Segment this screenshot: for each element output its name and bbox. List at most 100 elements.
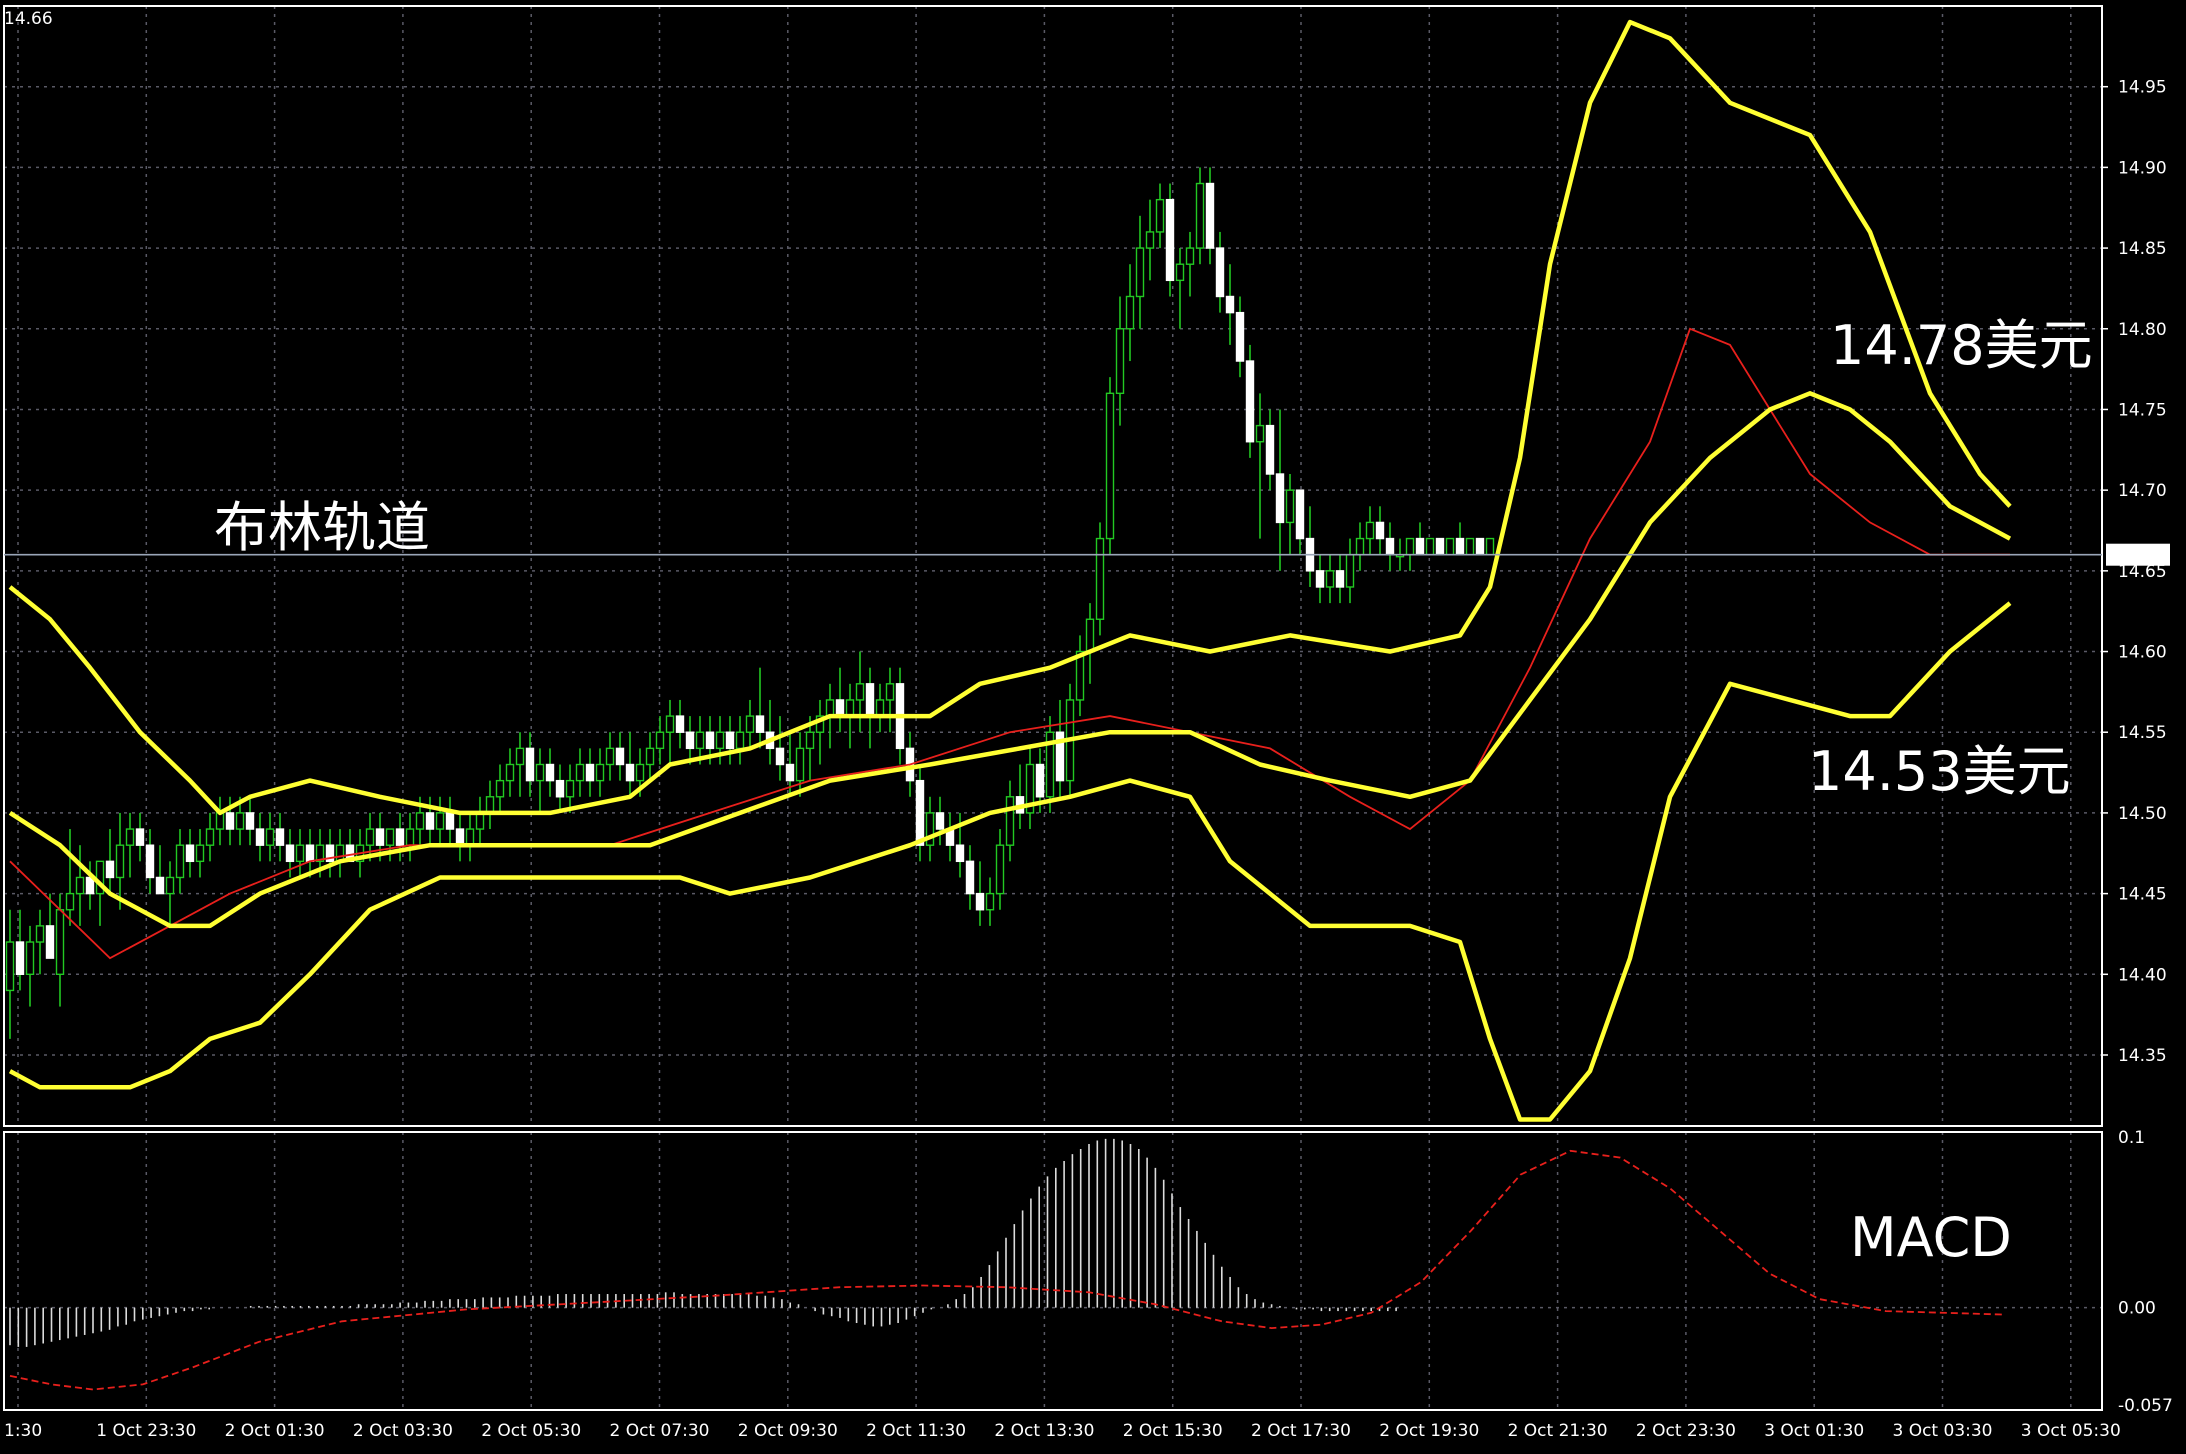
candle-body-bear: [375, 828, 385, 846]
price-tick-label: 14.55: [2118, 723, 2167, 743]
candle-body-bear: [1165, 198, 1175, 282]
candle: [1445, 537, 1455, 556]
candle-body-bull: [1325, 570, 1335, 588]
candle-body-bull: [1465, 537, 1475, 556]
candle-body-bull: [535, 763, 545, 782]
candle: [1105, 377, 1115, 555]
time-tick-label: 2 Oct 13:30: [994, 1421, 1094, 1441]
candle-body-bear: [705, 731, 715, 750]
candle-body-bear: [835, 699, 845, 717]
candle-body-bull: [515, 747, 525, 766]
price-tick-label: 14.60: [2118, 643, 2167, 663]
candle-body-bull: [175, 844, 185, 879]
candle-body-bull: [745, 715, 755, 733]
candle: [1465, 537, 1475, 556]
candle-body-bull: [35, 925, 45, 943]
candle-body-bull: [55, 909, 65, 975]
candle-body-bear: [1205, 182, 1215, 249]
time-tick-label: 3 Oct 05:30: [2021, 1421, 2121, 1441]
candle-body-bull: [435, 812, 445, 830]
candle-body-bull: [385, 828, 395, 846]
candle-body-bull: [1095, 537, 1105, 620]
time-tick-label: 2 Oct 21:30: [1508, 1421, 1608, 1441]
candle-body-bear: [935, 812, 945, 830]
candle-body-bull: [65, 892, 75, 911]
candle-body-bear: [555, 779, 565, 798]
time-axis: 1:30 1 Oct 23:30 2 Oct 01:30 2 Oct 03:30 2 O…: [4, 1421, 2121, 1441]
candle-body-bear: [975, 892, 985, 911]
candle-body-bear: [1245, 360, 1255, 443]
candle-body-bull: [1405, 537, 1415, 556]
candle-body-bull: [75, 876, 85, 895]
candle-body-bull: [1005, 796, 1015, 846]
candle-body-bull: [655, 731, 665, 750]
time-tick-label: 2 Oct 01:30: [225, 1421, 325, 1441]
time-tick-label: 2 Oct 11:30: [866, 1421, 966, 1441]
candle-body-bear: [625, 763, 635, 782]
candle-body-bear: [145, 844, 155, 879]
candle-body-bear: [1035, 763, 1045, 798]
candle-body-bull: [1365, 521, 1375, 540]
candle-body-bear: [725, 731, 735, 750]
time-tick-label: 3 Oct 01:30: [1764, 1421, 1864, 1441]
candle-body-bear: [1315, 570, 1325, 588]
candle-body-bull: [645, 747, 655, 766]
candle-body-bull: [195, 844, 205, 863]
candle-body-bull: [115, 844, 125, 879]
candle-body-bull: [735, 731, 745, 750]
candle-body-bull: [985, 892, 995, 911]
candle-body-bull: [875, 699, 885, 717]
candle-body-bull: [1195, 182, 1205, 249]
candle-body-bear: [135, 828, 145, 846]
price-tick-label: 14.95: [2118, 78, 2167, 98]
annotation-macd: MACD: [1850, 1206, 2012, 1269]
candle-body-bear: [285, 844, 295, 863]
candle-body-bull: [1135, 247, 1145, 298]
candle-body-bear: [445, 812, 455, 830]
candle-body-bull: [565, 779, 575, 798]
candle-body-bear: [105, 860, 115, 879]
candle-body-bull: [1345, 554, 1355, 588]
candle-body-bear: [915, 779, 925, 846]
candle-body-bear: [775, 747, 785, 766]
price-tick-label: 14.75: [2118, 400, 2167, 420]
candle-body-bull: [805, 731, 815, 750]
candle-body-bull: [465, 828, 475, 846]
candle-body-bull: [1125, 295, 1135, 330]
price-tick-label: 14.40: [2118, 965, 2167, 985]
candle: [1475, 537, 1485, 556]
price-tick-label: 14.70: [2118, 481, 2167, 501]
candle-body-bull: [995, 844, 1005, 895]
price-tick-label: 14.90: [2118, 158, 2167, 178]
price-tick-label: 14.80: [2118, 320, 2167, 340]
candle-body-bull: [125, 828, 135, 846]
current-price-tag-label: 14.66: [2114, 546, 2163, 566]
price-tick-label: 14.85: [2118, 239, 2167, 259]
candle-body-bull: [1115, 328, 1125, 395]
candle-body-bear: [1385, 537, 1395, 556]
candle-body-bear: [1275, 473, 1285, 524]
candle-body-bear: [45, 925, 55, 959]
candle-body-bear: [1335, 570, 1345, 588]
candle-body-bear: [1225, 295, 1235, 314]
candle-body-bull: [885, 683, 895, 701]
candle-body-bear: [305, 844, 315, 863]
candle-body-bear: [965, 860, 975, 895]
time-tick-label: 1 Oct 23:30: [96, 1421, 196, 1441]
macd-tick-label: -0.057: [2118, 1396, 2173, 1416]
candle: [1095, 522, 1105, 636]
candle: [1425, 537, 1435, 556]
candle-body-bear: [865, 683, 875, 717]
candle-body-bull: [1445, 537, 1455, 556]
candle: [1165, 183, 1175, 297]
candle-body-bear: [955, 844, 965, 863]
candle-body-bull: [1355, 537, 1365, 556]
candle-body-bear: [225, 812, 235, 830]
candle-body-bull: [485, 796, 495, 814]
price-tick-label: 14.35: [2118, 1046, 2167, 1066]
annotation-upper-target: 14.78美元: [1830, 314, 2093, 377]
candle-body-bull: [295, 844, 305, 863]
time-tick-label: 2 Oct 19:30: [1379, 1421, 1479, 1441]
candle-body-bear: [1415, 537, 1425, 556]
time-tick-label: 2 Oct 03:30: [353, 1421, 453, 1441]
